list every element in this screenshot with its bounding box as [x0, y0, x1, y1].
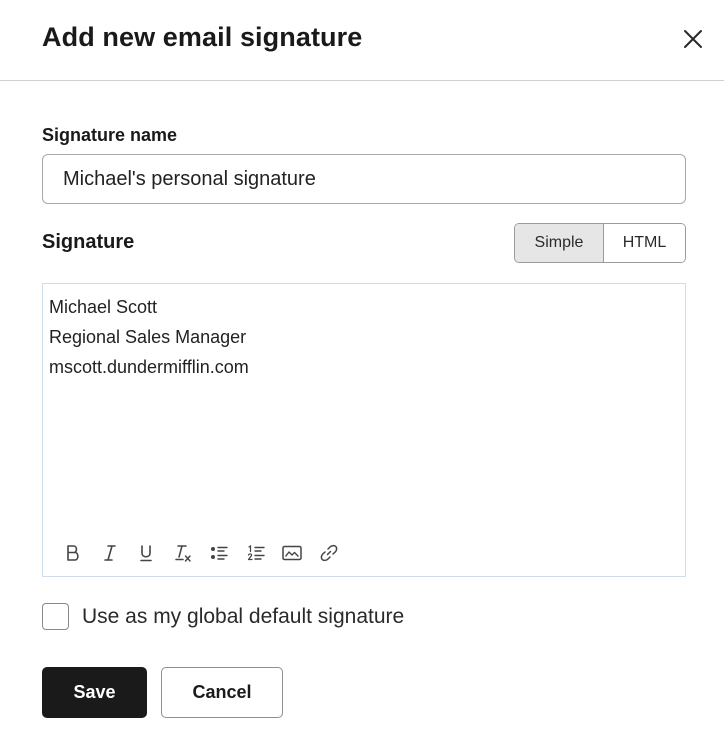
save-button[interactable]: Save: [42, 667, 147, 718]
bulleted-list-button[interactable]: [201, 540, 238, 566]
bulleted-list-icon: [211, 546, 228, 560]
mode-simple-button[interactable]: Simple: [515, 224, 604, 262]
underline-icon: [140, 545, 153, 562]
dialog-header: Add new email signature: [0, 0, 724, 81]
numbered-list-button[interactable]: [238, 540, 275, 566]
global-default-checkbox[interactable]: [42, 603, 69, 630]
signature-mode-toggle: Simple HTML: [514, 223, 686, 263]
image-icon: [282, 545, 302, 561]
underline-button[interactable]: [128, 540, 165, 566]
clear-format-icon: [175, 545, 191, 562]
numbered-list-icon: [247, 544, 265, 561]
insert-link-button[interactable]: [311, 540, 348, 566]
email-signature-dialog: Add new email signature Signature name S…: [0, 0, 724, 747]
bold-icon: [67, 545, 79, 561]
mode-html-button[interactable]: HTML: [604, 224, 685, 262]
signature-name-label: Signature name: [42, 125, 178, 145]
signature-line-name: Michael Scott: [49, 297, 158, 317]
signature-line-website: mscott.dundermifflin.com: [49, 357, 249, 377]
signature-line-title: Regional Sales Manager: [49, 327, 247, 347]
close-button[interactable]: [676, 22, 710, 56]
bold-button[interactable]: [55, 540, 92, 566]
formatting-toolbar: [55, 540, 347, 566]
close-icon: [684, 30, 702, 48]
signature-editor-content[interactable]: Michael Scott Regional Sales Manager msc…: [49, 292, 249, 382]
insert-image-button[interactable]: [274, 540, 311, 566]
signature-editor[interactable]: Michael Scott Regional Sales Manager msc…: [42, 283, 686, 577]
global-default-label[interactable]: Use as my global default signature: [82, 605, 404, 629]
italic-button[interactable]: [92, 540, 129, 566]
dialog-title: Add new email signature: [42, 22, 363, 52]
italic-icon: [103, 545, 116, 561]
link-icon: [320, 544, 338, 562]
global-default-option: Use as my global default signature: [42, 603, 404, 630]
signature-name-input[interactable]: [42, 154, 686, 204]
signature-label: Signature: [42, 231, 135, 253]
clear-format-button[interactable]: [165, 540, 202, 566]
cancel-button[interactable]: Cancel: [161, 667, 283, 718]
